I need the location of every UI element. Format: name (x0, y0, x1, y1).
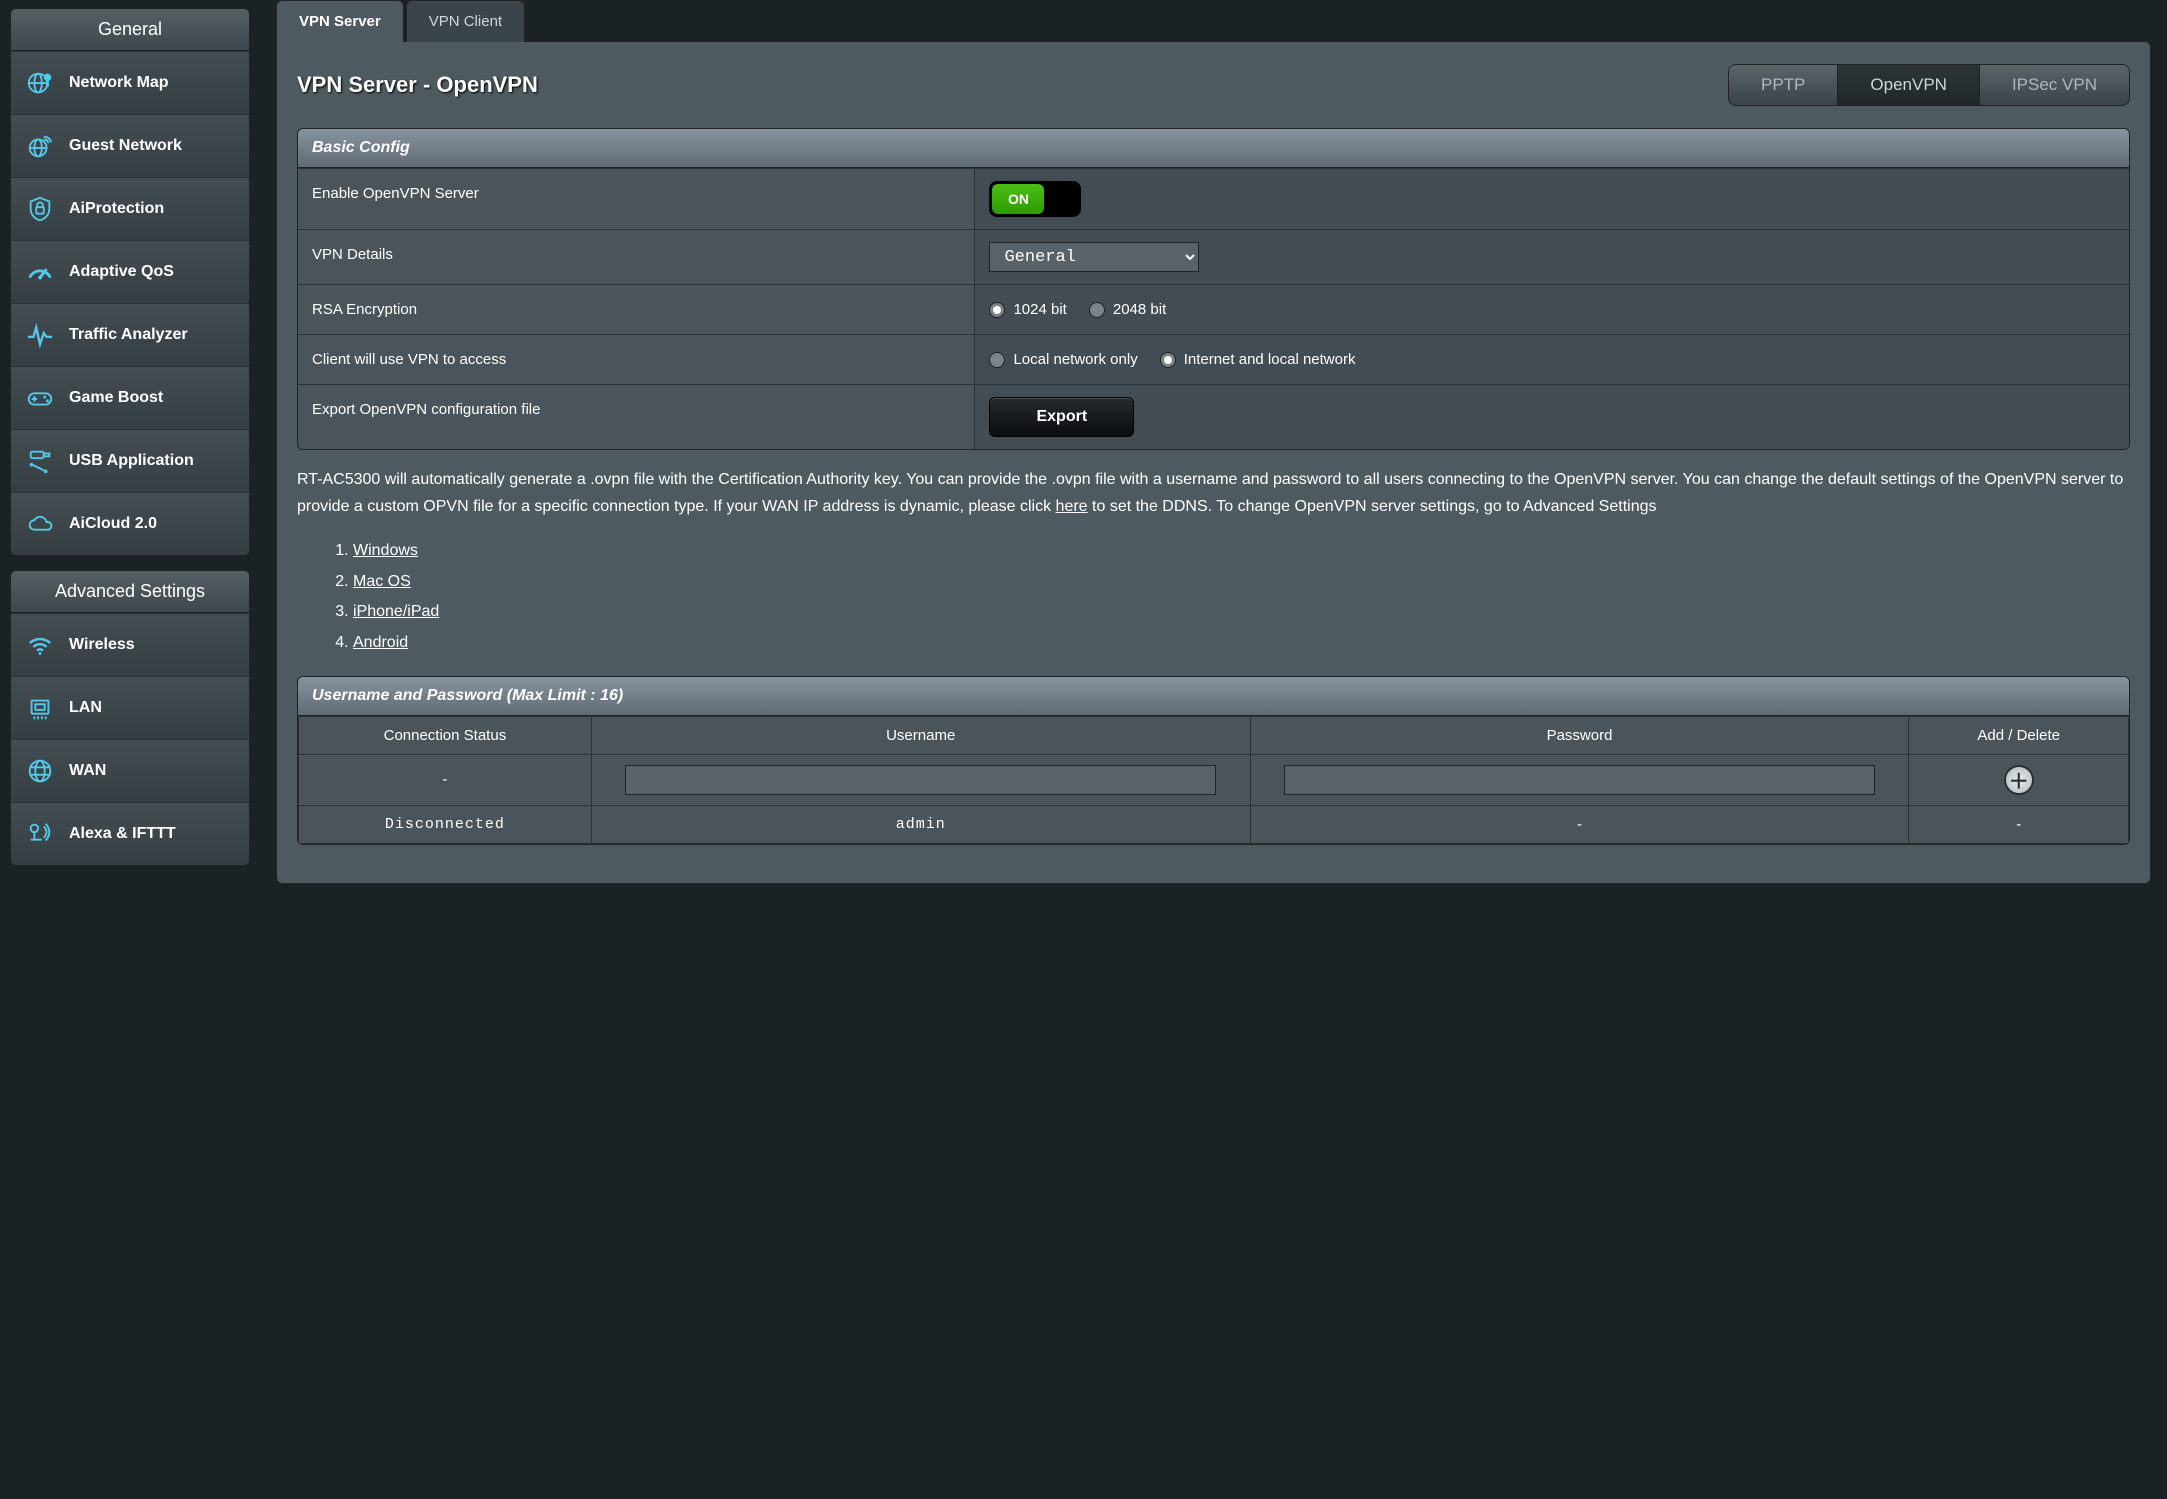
sidebar-item-label: Alexa & IFTTT (69, 825, 176, 843)
new-row-status: - (299, 754, 592, 805)
radio-icon (989, 302, 1005, 318)
access-local-label: Local network only (1013, 351, 1137, 368)
add-user-button[interactable]: ＋ (2004, 765, 2034, 795)
row-status: Disconnected (299, 805, 592, 843)
sidebar-item-label: Guest Network (69, 137, 182, 155)
radio-icon (1089, 302, 1105, 318)
enable-openvpn-label: Enable OpenVPN Server (298, 169, 975, 229)
sidebar-item-lan[interactable]: LAN (11, 676, 249, 739)
sidebar-item-aiprotection[interactable]: AiProtection (11, 177, 249, 240)
access-both-label: Internet and local network (1184, 351, 1356, 368)
toggle-on-label: ON (992, 184, 1044, 214)
sidebar-item-game-boost[interactable]: Game Boost (11, 366, 249, 429)
export-button[interactable]: Export (989, 397, 1134, 437)
rsa-encryption-label: RSA Encryption (298, 285, 975, 334)
radio-icon (1160, 352, 1176, 368)
rsa-2048-label: 2048 bit (1113, 301, 1166, 318)
sidebar-item-label: LAN (69, 699, 102, 717)
sidebar-item-traffic-analyzer[interactable]: Traffic Analyzer (11, 303, 249, 366)
seg-ipsec[interactable]: IPSec VPN (1979, 65, 2129, 105)
userpass-header: Username and Password (Max Limit : 16) (298, 677, 2129, 716)
globe-wifi-icon (23, 129, 57, 163)
sidebar-item-alexa-ifttt[interactable]: Alexa & IFTTT (11, 802, 249, 865)
ddns-here-link[interactable]: here (1056, 498, 1088, 515)
pulse-icon (23, 318, 57, 352)
radio-icon (989, 352, 1005, 368)
sidebar-general-header: General (11, 9, 249, 51)
globe-pin-icon (23, 66, 57, 100)
col-username: Username (591, 716, 1250, 754)
sidebar-item-label: AiProtection (69, 200, 164, 218)
page-title: VPN Server - OpenVPN (297, 72, 538, 98)
sidebar-item-label: WAN (69, 762, 106, 780)
sidebar-item-guest-network[interactable]: Guest Network (11, 114, 249, 177)
new-password-input[interactable] (1284, 765, 1874, 795)
sidebar-item-aicloud-2-0[interactable]: AiCloud 2.0 (11, 492, 249, 555)
sidebar-item-usb-application[interactable]: USB Application (11, 429, 249, 492)
lan-icon (23, 691, 57, 725)
platform-link-mac-os[interactable]: Mac OS (353, 573, 411, 590)
enable-openvpn-toggle[interactable]: ON (989, 181, 1081, 217)
sidebar-item-label: Game Boost (69, 389, 163, 407)
access-both-radio[interactable]: Internet and local network (1160, 351, 1356, 368)
row-username: admin (591, 805, 1250, 843)
rsa-1024-label: 1024 bit (1013, 301, 1066, 318)
globe-icon (23, 754, 57, 788)
col-password: Password (1250, 716, 1909, 754)
cloud-icon (23, 507, 57, 541)
sidebar-general-panel: General Network Map Guest Network AiProtec… (10, 8, 250, 556)
platform-link-iphone-ipad[interactable]: iPhone/iPad (353, 603, 439, 620)
col-status: Connection Status (299, 716, 592, 754)
sidebar-item-label: Traffic Analyzer (69, 326, 188, 344)
sidebar-item-label: USB Application (69, 452, 194, 470)
sidebar-item-label: Wireless (69, 636, 135, 654)
sidebar-advanced-header: Advanced Settings (11, 571, 249, 613)
shield-lock-icon (23, 192, 57, 226)
section-userpass: Username and Password (Max Limit : 16) C… (297, 676, 2130, 845)
seg-pptp[interactable]: PPTP (1729, 65, 1837, 105)
access-local-radio[interactable]: Local network only (989, 351, 1137, 368)
sidebar-item-adaptive-qos[interactable]: Adaptive QoS (11, 240, 249, 303)
sidebar-item-label: AiCloud 2.0 (69, 515, 157, 533)
platform-link-android[interactable]: Android (353, 634, 408, 651)
sidebar-item-label: Adaptive QoS (69, 263, 174, 281)
usb-icon (23, 444, 57, 478)
vpn-access-label: Client will use VPN to access (298, 335, 975, 384)
voice-icon (23, 817, 57, 851)
rsa-2048-radio[interactable]: 2048 bit (1089, 301, 1166, 318)
sidebar-advanced-panel: Advanced Settings Wireless LAN WAN Alexa & … (10, 570, 250, 866)
new-username-input[interactable] (625, 765, 1215, 795)
basic-config-header: Basic Config (298, 129, 2129, 168)
rsa-1024-radio[interactable]: 1024 bit (989, 301, 1066, 318)
wifi-icon (23, 628, 57, 662)
description-text: RT-AC5300 will automatically generate a … (297, 466, 2130, 520)
sidebar-item-wireless[interactable]: Wireless (11, 613, 249, 676)
export-config-label: Export OpenVPN configuration file (298, 385, 975, 449)
vpn-mode-group: PPTP OpenVPN IPSec VPN (1728, 64, 2130, 106)
platform-list: Windows Mac OS iPhone/iPad Android (297, 536, 2130, 658)
gamepad-icon (23, 381, 57, 415)
sidebar-item-label: Network Map (69, 74, 169, 92)
tab-vpn-client[interactable]: VPN Client (406, 0, 525, 42)
vpn-details-label: VPN Details (298, 230, 975, 284)
tab-vpn-server[interactable]: VPN Server (276, 0, 404, 42)
row-password: - (1250, 805, 1909, 843)
vpn-details-select[interactable]: General (989, 242, 1199, 272)
col-action: Add / Delete (1909, 716, 2129, 754)
section-basic-config: Basic Config Enable OpenVPN Server ON VP… (297, 128, 2130, 450)
seg-openvpn[interactable]: OpenVPN (1837, 65, 1979, 105)
user-row: Disconnectedadmin-- (299, 805, 2129, 843)
platform-link-windows[interactable]: Windows (353, 542, 418, 559)
row-action: - (1909, 805, 2129, 843)
sidebar-item-wan[interactable]: WAN (11, 739, 249, 802)
gauge-icon (23, 255, 57, 289)
sidebar-item-network-map[interactable]: Network Map (11, 51, 249, 114)
